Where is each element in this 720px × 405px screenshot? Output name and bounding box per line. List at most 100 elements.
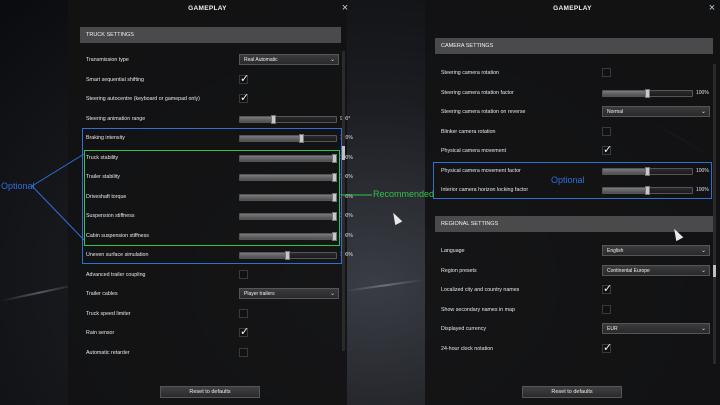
automatic-retarder-checkbox[interactable] (239, 347, 248, 357)
scrollbar-thumb[interactable] (713, 265, 716, 277)
blinker-camera-rotation-checkbox[interactable] (602, 126, 611, 136)
advanced-trailer-coupling-checkbox[interactable] (239, 269, 248, 279)
setting-label: Steering autocentre (keyboard or gamepad… (86, 96, 200, 102)
setting-row-language: Language English ⌄ (435, 242, 717, 261)
setting-row-steering-camera-rotation: Steering camera rotation (435, 64, 717, 83)
chevron-down-icon: ⌄ (700, 109, 706, 115)
slider-thumb[interactable] (332, 192, 338, 202)
steering-autocentre-keyboard-or-gamepad-only-checkbox[interactable] (239, 91, 249, 104)
physical-camera-movement-checkbox[interactable] (602, 143, 612, 156)
close-icon[interactable]: × (707, 3, 717, 14)
driveshaft-torque-slider[interactable] (239, 192, 338, 202)
cabin-suspension-stiffness-slider[interactable] (239, 231, 338, 241)
slider-thumb[interactable] (332, 153, 338, 163)
setting-row-blinker-camera-rotation: Blinker camera rotation (435, 123, 717, 142)
setting-label: Smart sequential shifting (86, 76, 145, 83)
setting-label: Truck stability (86, 154, 119, 161)
setting-row-suspension-stiffness: Suspension stiffness 100% (80, 207, 353, 226)
slider-thumb[interactable] (332, 212, 338, 221)
slider-thumb[interactable] (644, 166, 650, 176)
interior-camera-horizon-locking-factor-slider[interactable] (602, 186, 693, 195)
slider-thumb[interactable] (299, 134, 305, 143)
steering-camera-rotation-on-reverse-dropdown[interactable]: Normal ⌄ (602, 106, 710, 117)
slider-thumb[interactable] (332, 231, 338, 241)
setting-row-show-secondary-names-in-map: Show secondary names in map (435, 301, 717, 320)
recommended-annotation: Recommended (373, 189, 435, 199)
truck-speed-limiter-checkbox[interactable] (239, 308, 248, 318)
setting-label: Steering camera rotation (441, 70, 500, 76)
steering-animation-range-slider[interactable] (239, 114, 337, 124)
setting-label: Steering animation range (86, 115, 146, 122)
truck-stability-slider[interactable] (239, 153, 338, 163)
slider-thumb[interactable] (332, 173, 338, 182)
setting-label: Trailer cables (86, 291, 118, 297)
displayed-currency-dropdown[interactable]: EUR ⌄ (602, 323, 710, 334)
trailer-cables-dropdown[interactable]: Player trailers ⌄ (239, 288, 339, 299)
scrollbar-thumb[interactable] (342, 146, 345, 160)
setting-row-displayed-currency: Displayed currency EUR ⌄ (435, 320, 717, 339)
dropdown-value: EUR (607, 326, 618, 332)
uneven-surface-simulation-slider[interactable] (239, 251, 337, 260)
setting-label: Rain sensor (86, 330, 115, 336)
setting-label: Driveshaft torque (86, 193, 127, 200)
panel-title: GAMEPLAY (188, 5, 227, 12)
dropdown-value: Continental Europe (607, 267, 650, 274)
chevron-down-icon: ⌄ (700, 248, 706, 254)
setting-row-automatic-retarder: Automatic retarder (80, 344, 345, 363)
slider-value: 100% (696, 187, 709, 193)
setting-label: Show secondary names in map (441, 306, 515, 313)
dropdown-value: Normal (607, 109, 624, 115)
mouse-cursor-icon (389, 210, 403, 226)
slider-fill (240, 214, 336, 219)
setting-label: Region presets (441, 267, 477, 274)
setting-label: Interior camera horizon locking factor (441, 187, 529, 193)
localized-city-and-country-names-checkbox[interactable] (602, 282, 612, 295)
setting-row-transmission-type: Transmission type Real Automatic ⌄ (80, 51, 345, 70)
setting-row-smart-sequential-shifting: Smart sequential shifting (80, 71, 345, 90)
setting-label: Braking intensity (86, 135, 125, 141)
reset-to-defaults-button[interactable]: Reset to defaults (160, 386, 260, 398)
setting-row-advanced-trailer-coupling: Advanced trailer coupling (80, 266, 345, 285)
language-dropdown[interactable]: English ⌄ (602, 245, 710, 256)
dropdown-value: Player trailers (244, 291, 275, 297)
slider-fill (603, 188, 648, 193)
smart-sequential-shifting-checkbox[interactable] (239, 72, 249, 85)
setting-label: Displayed currency (441, 326, 487, 332)
setting-row-rain-sensor: Rain sensor (80, 324, 345, 343)
setting-label: Advanced trailer coupling (86, 271, 146, 278)
setting-row-steering-camera-rotation-on-reverse: Steering camera rotation on reverse Norma… (435, 103, 717, 122)
steering-camera-rotation-factor-slider[interactable] (602, 88, 693, 98)
setting-row-trailer-stability: Trailer stability 100% (80, 168, 353, 187)
24-hour-clock-notation-checkbox[interactable] (602, 341, 612, 354)
region-presets-dropdown[interactable]: Continental Europe ⌄ (602, 264, 710, 276)
chevron-down-icon: ⌄ (329, 291, 335, 297)
scrollbar[interactable] (713, 64, 716, 364)
setting-row-truck-stability: Truck stability 100% (80, 149, 353, 168)
slider-thumb[interactable] (644, 186, 650, 195)
braking-intensity-slider[interactable] (239, 134, 337, 143)
scrollbar[interactable] (342, 51, 345, 351)
rain-sensor-checkbox[interactable] (239, 325, 249, 338)
panel-title: GAMEPLAY (553, 5, 592, 12)
background-streak (0, 283, 79, 302)
transmission-type-dropdown[interactable]: Real Automatic ⌄ (239, 54, 339, 65)
setting-row-cabin-suspension-stiffness: Cabin suspension stiffness 100% (80, 227, 353, 246)
steering-camera-rotation-checkbox[interactable] (602, 68, 611, 77)
setting-row-uneven-surface-simulation: Uneven surface simulation 100% (80, 246, 353, 265)
slider-thumb[interactable] (285, 251, 290, 260)
suspension-stiffness-slider[interactable] (239, 212, 338, 221)
setting-label: Steering camera rotation on reverse (441, 109, 526, 115)
setting-row-braking-intensity: Braking intensity 120% (80, 129, 353, 148)
right-settings-panel: GAMEPLAY × CAMERA SETTINGS Steering came… (425, 0, 720, 405)
physical-camera-movement-factor-slider[interactable] (602, 166, 693, 176)
setting-label: Physical camera movement (441, 148, 507, 154)
show-secondary-names-in-map-checkbox[interactable] (602, 304, 611, 314)
slider-value: 100% (696, 167, 709, 174)
slider-thumb[interactable] (644, 88, 650, 98)
slider-thumb[interactable] (270, 114, 276, 124)
close-icon[interactable]: × (340, 3, 350, 14)
setting-row-physical-camera-movement: Physical camera movement (435, 142, 717, 161)
dropdown-value: Real Automatic (244, 57, 278, 63)
reset-to-defaults-button[interactable]: Reset to defaults (522, 386, 622, 398)
trailer-stability-slider[interactable] (239, 173, 338, 182)
